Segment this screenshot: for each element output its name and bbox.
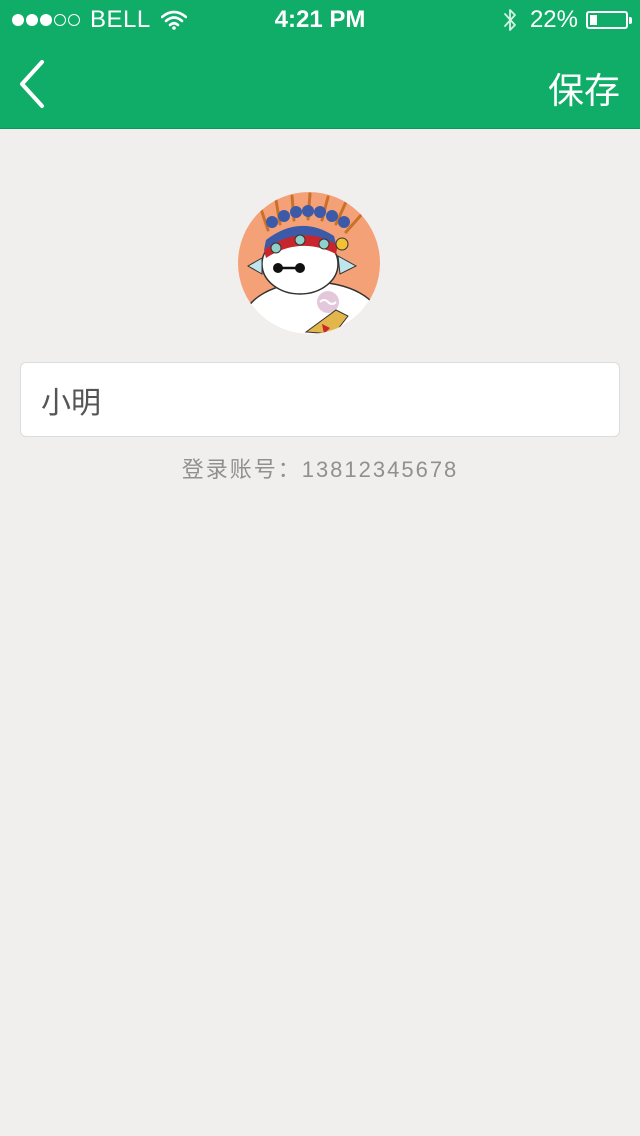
header-bar: BELL 4:21 PM 22% 保存 [0, 0, 640, 129]
battery-nub [629, 17, 632, 24]
chevron-left-icon[interactable] [14, 58, 50, 110]
login-account-label: 登录账号：13812345678 [181, 457, 459, 482]
battery-fill [590, 15, 597, 25]
nav-bar: 保存 [0, 40, 640, 128]
user-avatar[interactable] [238, 192, 380, 334]
battery-icon [586, 11, 632, 29]
bluetooth-icon [504, 9, 516, 31]
nickname-field-container [20, 362, 620, 437]
nickname-input[interactable] [21, 363, 619, 436]
avatar-image [238, 192, 380, 334]
battery-percent: 22% [529, 6, 578, 33]
status-bar: BELL 4:21 PM 22% [0, 0, 640, 40]
status-right: 22% [502, 6, 632, 34]
save-button[interactable]: 保存 [548, 62, 620, 114]
